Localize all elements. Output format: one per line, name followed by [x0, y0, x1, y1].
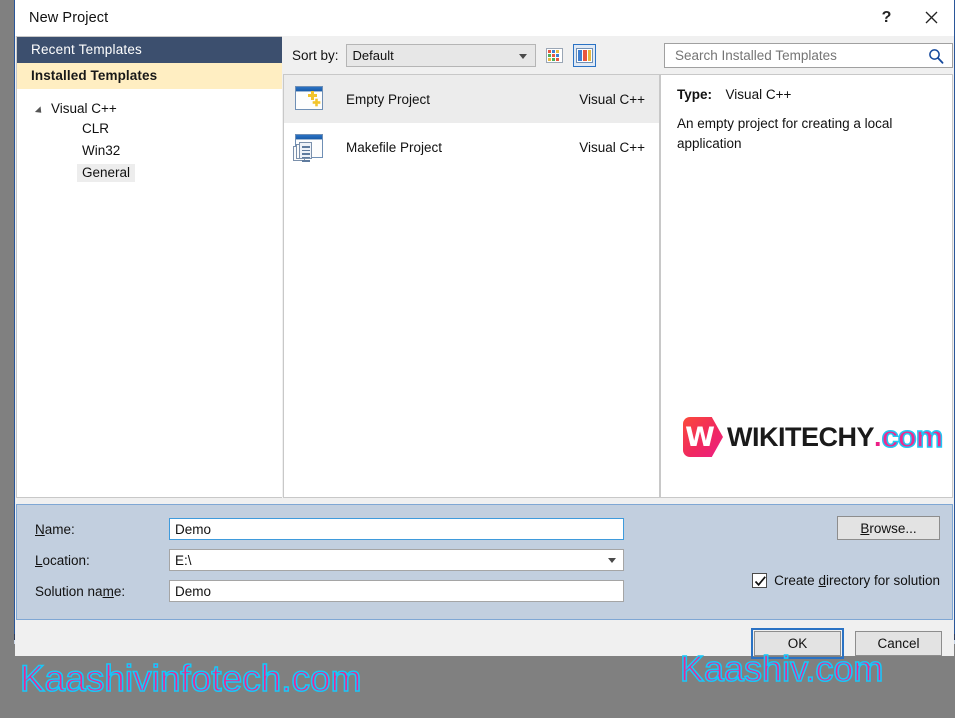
new-project-dialog: New Project ? Recent Templates Installed… — [14, 0, 955, 659]
recent-templates-header[interactable]: Recent Templates — [17, 37, 282, 63]
small-icons-view-button[interactable] — [543, 44, 566, 67]
browse-accelerator: B — [860, 520, 870, 536]
tree-node-label: Visual C++ — [51, 101, 117, 116]
search-icon[interactable] — [928, 48, 944, 69]
chevron-down-icon — [518, 53, 527, 59]
solution-label-accelerator: m — [102, 583, 114, 599]
tree-node-visual-cpp[interactable]: Visual C++ — [17, 99, 282, 118]
dialog-body: Recent Templates Installed Templates Vis… — [15, 36, 954, 659]
template-description: An empty project for creating a local ap… — [677, 116, 893, 151]
watermark-left: Kaashivinfotech.com — [19, 657, 362, 700]
tree-node-label: General — [77, 164, 136, 182]
createdir-accelerator: d — [818, 573, 826, 588]
createdir-post: irectory for solution — [825, 573, 940, 588]
search-box[interactable] — [664, 42, 953, 69]
template-name: Empty Project — [346, 91, 431, 107]
createdir-pre: Create — [774, 573, 819, 588]
browse-label: rowse... — [869, 520, 917, 536]
solution-name-value: Demo — [175, 583, 212, 599]
tree-node-clr[interactable]: CLR — [17, 118, 282, 140]
wikitechy-dot: . — [874, 421, 882, 452]
name-input[interactable]: Demo — [169, 518, 624, 540]
dialog-main-row: Recent Templates Installed Templates Vis… — [15, 36, 954, 498]
details-panel: Type: Visual C++ An empty project for cr… — [660, 74, 953, 498]
solution-name-label: Solution name: — [17, 584, 169, 599]
close-icon[interactable] — [909, 0, 954, 35]
chevron-down-icon[interactable] — [608, 558, 616, 563]
watermark-right: Kaashiv.com — [679, 647, 884, 690]
location-value: E:\ — [175, 552, 192, 568]
chevron-expanded-icon[interactable] — [34, 106, 45, 116]
sort-by-label: Sort by: — [292, 47, 339, 63]
template-name: Makefile Project — [346, 139, 443, 155]
wikitechy-badge-icon: W — [683, 417, 723, 457]
solution-label-pre: Solution na — [35, 583, 103, 599]
templates-list-pane: Sort by: Default Empty Project Visual C+… — [282, 36, 660, 498]
empty-project-icon — [292, 82, 326, 116]
name-label: Name: — [17, 522, 169, 537]
location-label-accelerator: L — [35, 552, 43, 568]
template-type-line: Type: Visual C++ — [677, 87, 936, 102]
solution-name-input[interactable]: Demo — [169, 580, 624, 602]
template-item-makefile-project[interactable]: Makefile Project Visual C++ — [284, 123, 659, 171]
checkmark-icon — [755, 576, 767, 587]
sort-by-select[interactable]: Default — [345, 43, 536, 67]
create-directory-checkbox-row[interactable]: Create directory for solution — [752, 573, 940, 588]
titlebar-buttons: ? — [864, 0, 954, 35]
wikitechy-badge-letter: W — [685, 421, 715, 453]
help-icon[interactable]: ? — [864, 0, 909, 35]
create-directory-label: Create directory for solution — [774, 573, 940, 588]
name-label-accelerator: N — [35, 521, 45, 537]
template-details-pane: Type: Visual C++ An empty project for cr… — [660, 36, 953, 498]
wikitechy-tld: com — [881, 418, 944, 455]
tree-node-label: Win32 — [82, 143, 121, 158]
solution-label-post: e: — [113, 583, 126, 599]
category-tree: Visual C++ CLR Win32 General — [17, 89, 282, 497]
wikitechy-wordmark: WIKITECHY — [727, 421, 875, 452]
type-label: Type: — [677, 87, 713, 102]
template-list[interactable]: Empty Project Visual C++ Makefile Projec… — [283, 74, 660, 498]
name-label-text: ame: — [44, 521, 75, 537]
templates-category-pane: Recent Templates Installed Templates Vis… — [16, 36, 282, 498]
search-row — [660, 36, 953, 74]
dialog-title: New Project — [29, 10, 109, 26]
type-value: Visual C++ — [725, 87, 792, 102]
name-row: Name: Demo — [17, 516, 952, 542]
wikitechy-logo: W WIKITECHY . com — [683, 417, 944, 457]
location-label-text: ocation: — [42, 552, 90, 568]
template-language: Visual C++ — [579, 139, 645, 155]
project-form: Name: Demo Location: E:\ Solution name: … — [16, 504, 953, 620]
tree-node-label: CLR — [82, 121, 110, 136]
name-value: Demo — [175, 521, 212, 537]
search-input[interactable] — [673, 43, 946, 67]
browse-button[interactable]: Browse... — [837, 516, 940, 540]
location-label: Location: — [17, 553, 169, 568]
installed-templates-header[interactable]: Installed Templates — [17, 63, 282, 89]
large-icons-view-button[interactable] — [572, 43, 596, 67]
tree-node-general[interactable]: General — [17, 162, 282, 184]
sort-by-value: Default — [352, 47, 394, 63]
template-item-empty-project[interactable]: Empty Project Visual C++ — [284, 75, 659, 123]
sort-toolbar: Sort by: Default — [282, 36, 660, 74]
location-input[interactable]: E:\ — [169, 549, 624, 571]
makefile-project-icon — [292, 130, 326, 164]
location-row: Location: E:\ — [17, 547, 952, 573]
create-directory-checkbox[interactable] — [752, 573, 768, 588]
tree-node-win32[interactable]: Win32 — [17, 140, 282, 162]
template-language: Visual C++ — [579, 91, 645, 107]
dialog-titlebar: New Project ? — [15, 0, 954, 36]
